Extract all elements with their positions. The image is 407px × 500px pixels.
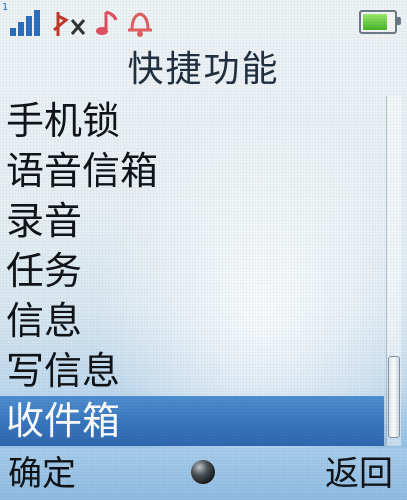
phone-screen: 1 快捷功能 手机锁 语音信箱 录音 任务 信息 写信息 收件箱 确定 返回 bbox=[0, 0, 407, 500]
center-select-key[interactable] bbox=[191, 460, 215, 484]
menu-item-tasks[interactable]: 任务 bbox=[0, 246, 384, 296]
signal-bars-icon: 1 bbox=[2, 2, 44, 36]
music-note-icon bbox=[96, 10, 118, 35]
confirm-softkey[interactable]: 确定 bbox=[8, 452, 76, 496]
menu-item-inbox[interactable]: 收件箱 bbox=[0, 396, 384, 446]
softkey-bar: 确定 返回 bbox=[0, 448, 407, 500]
battery-icon bbox=[359, 10, 401, 34]
back-softkey[interactable]: 返回 bbox=[325, 452, 393, 496]
bluetooth-off-icon bbox=[53, 12, 86, 36]
scrollbar[interactable] bbox=[386, 96, 401, 446]
menu-item-voicemail[interactable]: 语音信箱 bbox=[0, 146, 384, 196]
signal-digit: 1 bbox=[2, 2, 9, 13]
menu-item-messages[interactable]: 信息 bbox=[0, 296, 384, 346]
menu-list: 手机锁 语音信箱 录音 任务 信息 写信息 收件箱 bbox=[0, 96, 384, 446]
menu-item-recording[interactable]: 录音 bbox=[0, 196, 384, 246]
menu-item-write-message[interactable]: 写信息 bbox=[0, 346, 384, 396]
page-title: 快捷功能 bbox=[127, 49, 280, 90]
ringer-bell-icon bbox=[128, 12, 152, 37]
scroll-thumb[interactable] bbox=[388, 356, 400, 438]
status-bar: 1 bbox=[0, 0, 407, 44]
menu-item-phone-lock[interactable]: 手机锁 bbox=[0, 96, 384, 146]
